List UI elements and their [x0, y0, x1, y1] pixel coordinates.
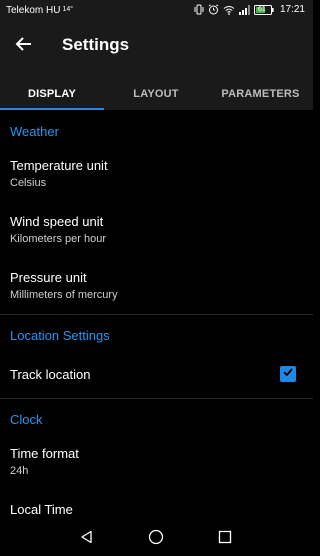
home-circle-icon: [148, 529, 164, 550]
tab-bar: DISPLAY LAYOUT PARAMETERS: [0, 78, 313, 110]
section-header-weather: Weather: [10, 124, 59, 139]
settings-list[interactable]: Weather Temperature unit Celsius Wind sp…: [0, 110, 313, 522]
tab-display[interactable]: DISPLAY: [0, 78, 104, 110]
section-header-clock: Clock: [10, 412, 43, 427]
pref-summary: Celsius: [10, 177, 47, 189]
tab-parameters[interactable]: PARAMETERS: [208, 78, 313, 110]
nav-recents-button[interactable]: [215, 529, 235, 549]
navigation-bar: [0, 522, 313, 556]
recents-square-icon: [218, 530, 232, 549]
pref-title: Pressure unit: [10, 270, 87, 285]
pref-track-location[interactable]: Track location: [0, 366, 313, 387]
alarm-icon: [208, 4, 219, 15]
pref-pressure-unit[interactable]: Pressure unit Millimeters of mercury: [0, 270, 313, 310]
wifi-icon: [223, 5, 235, 15]
divider: [0, 398, 313, 399]
pref-summary: Millimeters of mercury: [10, 289, 118, 301]
pref-title: Time format: [10, 446, 79, 461]
carrier-label: Telekom HU 14°: [6, 5, 73, 16]
checkmark-icon: [282, 365, 294, 383]
battery-icon: 61: [253, 4, 274, 15]
pref-time-format[interactable]: Time format 24h: [0, 446, 313, 486]
vibrate-icon: [194, 4, 204, 15]
nav-home-button[interactable]: [146, 529, 166, 549]
status-icons: 61 17:21: [194, 4, 305, 15]
tab-layout[interactable]: LAYOUT: [104, 78, 208, 110]
pref-title: Temperature unit: [10, 158, 108, 173]
pref-wind-speed-unit[interactable]: Wind speed unit Kilometers per hour: [0, 214, 313, 254]
nav-back-button[interactable]: [77, 529, 97, 549]
page-title: Settings: [62, 35, 130, 54]
pref-title: Track location: [10, 367, 91, 382]
pref-title: Wind speed unit: [10, 214, 104, 229]
divider: [0, 314, 313, 315]
pref-summary: 24h: [10, 465, 29, 477]
pref-summary: Kilometers per hour: [10, 233, 106, 245]
track-location-checkbox[interactable]: [280, 366, 296, 382]
arrow-back-icon: [15, 35, 33, 58]
section-header-location: Location Settings: [10, 328, 110, 343]
battery-level: 61: [257, 5, 266, 13]
pref-local-time[interactable]: Local Time: [0, 502, 313, 522]
signal-icon: [238, 4, 250, 15]
back-triangle-icon: [80, 530, 94, 549]
clock-time: 17:21: [279, 4, 305, 15]
status-bar: Telekom HU 14° 61 17:21: [0, 0, 313, 22]
pref-title: Local Time: [10, 502, 73, 517]
pref-temperature-unit[interactable]: Temperature unit Celsius: [0, 158, 313, 198]
carrier-name: Telekom HU: [6, 5, 61, 16]
app-bar: Settings DISPLAY LAYOUT PARAMETERS: [0, 22, 313, 110]
temperature-label: 14°: [62, 6, 74, 13]
back-button[interactable]: [12, 34, 36, 58]
